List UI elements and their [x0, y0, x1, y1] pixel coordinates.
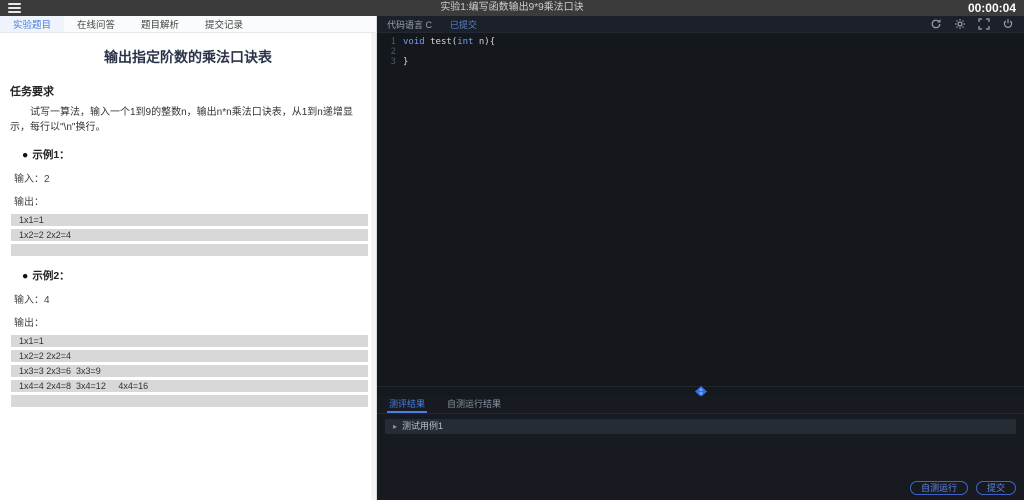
- problem-tabbar: 实验题目 在线问答 题目解析 提交记录: [0, 16, 376, 33]
- tab-problem-analysis[interactable]: 题目解析: [128, 16, 192, 32]
- expand-arrow-icon: ▸: [393, 422, 398, 431]
- fullscreen-icon[interactable]: [978, 18, 990, 30]
- code-editor[interactable]: 1 2 3 void test(int n){ }: [377, 33, 1024, 386]
- topbar: 实验1:编写函数输出9*9乘法口诀 00:00:04: [0, 0, 1024, 16]
- code-content[interactable]: void test(int n){ }: [403, 37, 495, 386]
- left-scrollbar[interactable]: [371, 33, 376, 500]
- problem-content: 输出指定阶数的乘法口诀表 任务要求 试写一算法，输入一个1到9的整数n，输出n*…: [0, 33, 376, 500]
- code-language-label[interactable]: 代码语言 C: [387, 18, 432, 31]
- experiment-title: 实验1:编写函数输出9*9乘法口诀: [440, 2, 584, 13]
- requirement-heading: 任务要求: [10, 86, 54, 98]
- example2-heading: ● 示例2：: [22, 270, 70, 282]
- power-icon[interactable]: [1002, 18, 1014, 30]
- selftest-run-button[interactable]: 自测运行: [909, 481, 968, 495]
- example1-input: 输入：2: [14, 174, 50, 185]
- bullet-icon: ●: [22, 149, 29, 161]
- panel-splitter[interactable]: [377, 386, 1024, 397]
- problem-panel: 实验题目 在线问答 题目解析 提交记录 输出指定阶数的乘法口诀表 任务要求 试写…: [0, 16, 377, 500]
- problem-title: 输出指定阶数的乘法口诀表: [104, 49, 272, 65]
- refresh-icon[interactable]: [930, 18, 942, 30]
- action-buttons: 自测运行 提交: [909, 481, 1016, 495]
- results-tabbar: 测评结果 自测运行结果: [377, 396, 1024, 414]
- testcase-label: 测试用例1: [402, 421, 444, 431]
- bullet-icon: ●: [22, 270, 29, 282]
- tab-online-qa[interactable]: 在线问答: [64, 16, 128, 32]
- output-row: 1x1=1: [11, 214, 368, 226]
- output-row: 1x3=3 2x3=6 3x3=9: [11, 365, 368, 377]
- example1-output-rows: 1x1=1 1x2=2 2x2=4: [0, 214, 376, 256]
- output-row: [11, 244, 368, 256]
- editor-header: 代码语言 C 已提交: [377, 16, 1024, 33]
- output-row: 1x2=2 2x2=4: [11, 229, 368, 241]
- submit-button[interactable]: 提交: [975, 481, 1016, 495]
- example2-input: 输入：4: [14, 295, 50, 306]
- example2-output-rows: 1x1=1 1x2=2 2x2=4 1x3=3 2x3=6 3x3=9 1x4=…: [0, 335, 376, 407]
- output-row: [11, 395, 368, 407]
- editor-toolbar: [930, 18, 1014, 30]
- line-numbers: 1 2 3: [390, 37, 396, 67]
- requirement-text: 试写一算法，输入一个1到9的整数n，输出n*n乘法口诀表，从1到n递增显示，每行…: [10, 107, 353, 133]
- tab-experiment-problem[interactable]: 实验题目: [0, 16, 65, 32]
- tab-submitted[interactable]: 已提交: [450, 18, 477, 31]
- tab-submission-history[interactable]: 提交记录: [192, 16, 256, 32]
- results-panel: 测评结果 自测运行结果 ▸ 测试用例1 自测运行 提交: [377, 396, 1024, 500]
- editor-panel: 代码语言 C 已提交 1 2 3 void test(int n){} 测评结…: [377, 16, 1024, 500]
- output-row: 1x1=1: [11, 335, 368, 347]
- example1-heading: ● 示例1：: [22, 149, 70, 161]
- timer: 00:00:04: [967, 1, 1016, 15]
- settings-icon[interactable]: [954, 18, 966, 30]
- tab-evaluation-result[interactable]: 测评结果: [387, 396, 428, 413]
- example2-output-label: 输出：: [14, 318, 44, 329]
- output-row: 1x4=4 2x4=8 3x4=12 4x4=16: [11, 380, 368, 392]
- tab-selftest-result[interactable]: 自测运行结果: [445, 396, 503, 413]
- example1-output-label: 输出：: [14, 197, 44, 208]
- testcase-1-row[interactable]: ▸ 测试用例1: [385, 419, 1016, 434]
- output-row: 1x2=2 2x2=4: [11, 350, 368, 362]
